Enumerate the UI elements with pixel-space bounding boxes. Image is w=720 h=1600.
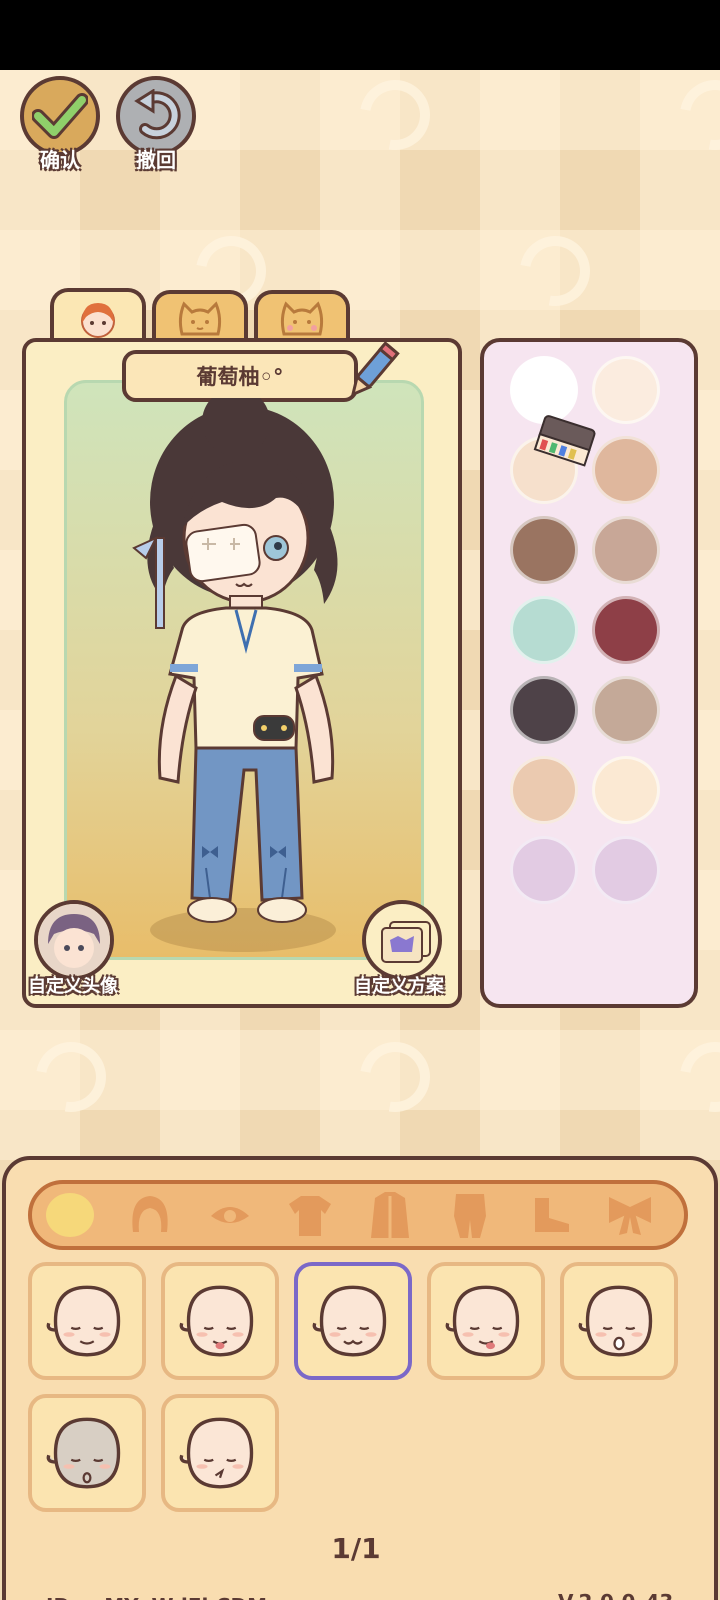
tab-outfit[interactable] [444, 1189, 496, 1241]
category-tab-bar [28, 1180, 688, 1250]
color-swatch[interactable] [592, 516, 660, 584]
face-icon [46, 1193, 94, 1237]
face-expression-icon [445, 1285, 520, 1357]
face-expression-icon [312, 1285, 387, 1357]
dressup-screen: 确认 撤回 葡萄柚◦° 自定义头像 自定义方案 1/1 [0, 70, 720, 1600]
girl-face-icon [81, 303, 115, 338]
outfit-icon [454, 1194, 486, 1238]
user-id: ID：nMYuWdFbCDMw [46, 1590, 285, 1600]
eraser-icon [533, 415, 596, 467]
eye-icon [211, 1207, 249, 1223]
outfit-cards-icon [381, 921, 431, 963]
tab-bow[interactable] [604, 1189, 656, 1241]
expression-item[interactable] [560, 1262, 678, 1380]
expression-item[interactable] [161, 1394, 279, 1512]
tab-accessory[interactable] [684, 1189, 688, 1241]
confirm-label: 确认 [40, 148, 80, 172]
version-label: V.2.0.0_43 [558, 1590, 673, 1600]
expression-item[interactable] [427, 1262, 545, 1380]
color-swatch[interactable] [592, 596, 660, 664]
edit-pencil-icon[interactable] [346, 340, 400, 404]
color-swatch[interactable] [592, 676, 660, 744]
face-expression-icon [179, 1417, 254, 1489]
shirt-icon [289, 1196, 331, 1236]
tab-coat[interactable] [364, 1189, 416, 1241]
face-expression-icon [46, 1417, 121, 1489]
undo-label: 撤回 [136, 148, 176, 172]
expression-item[interactable] [294, 1262, 412, 1380]
character-name-field[interactable]: 葡萄柚◦° [122, 350, 358, 402]
face-expression-icon [179, 1285, 254, 1357]
custom-scheme-label: 自定义方案 [354, 976, 444, 997]
color-swatch[interactable] [592, 436, 660, 504]
avatar-portrait-icon [38, 904, 110, 976]
character-preview-panel: 葡萄柚◦° 自定义头像 自定义方案 [22, 338, 462, 1008]
color-swatch[interactable] [592, 356, 660, 424]
expression-item[interactable] [28, 1394, 146, 1512]
color-swatch[interactable] [592, 756, 660, 824]
tab-shoe[interactable] [524, 1189, 576, 1241]
color-swatch[interactable] [510, 836, 578, 904]
confirm-button[interactable]: 确认 [18, 76, 102, 176]
color-palette-panel [480, 338, 698, 1008]
custom-scheme-button[interactable] [362, 900, 442, 980]
color-swatch[interactable] [510, 596, 578, 664]
bow-icon [609, 1197, 651, 1235]
color-swatch[interactable] [510, 676, 578, 744]
tab-eye[interactable] [204, 1189, 256, 1241]
undo-button[interactable]: 撤回 [114, 76, 198, 176]
color-swatch[interactable] [510, 756, 578, 824]
custom-avatar-button[interactable] [34, 900, 114, 980]
tab-pet-cat[interactable] [152, 290, 248, 342]
face-expression-icon [46, 1285, 121, 1357]
color-swatch[interactable] [592, 836, 660, 904]
wardrobe-panel: 1/1 ID：nMYuWdFbCDMw V.2.0.0_43 [2, 1156, 718, 1600]
character-avatar [132, 398, 338, 923]
hair-icon [132, 1196, 168, 1232]
coat-icon [371, 1192, 409, 1238]
expression-item[interactable] [161, 1262, 279, 1380]
cat-face-pink-icon [280, 301, 324, 336]
tab-hair[interactable] [124, 1189, 176, 1241]
status-bar [0, 0, 720, 70]
tab-shirt[interactable] [284, 1189, 336, 1241]
cat-face-icon [178, 301, 222, 336]
page-indicator: 1/1 [331, 1532, 381, 1565]
face-expression-icon [578, 1285, 653, 1357]
tab-pet-cat-alt[interactable] [254, 290, 350, 342]
expression-item[interactable] [28, 1262, 146, 1380]
color-swatch[interactable] [510, 516, 578, 584]
shoe-icon [535, 1198, 569, 1232]
tab-face[interactable] [44, 1189, 96, 1241]
custom-avatar-label: 自定义头像 [28, 976, 118, 997]
